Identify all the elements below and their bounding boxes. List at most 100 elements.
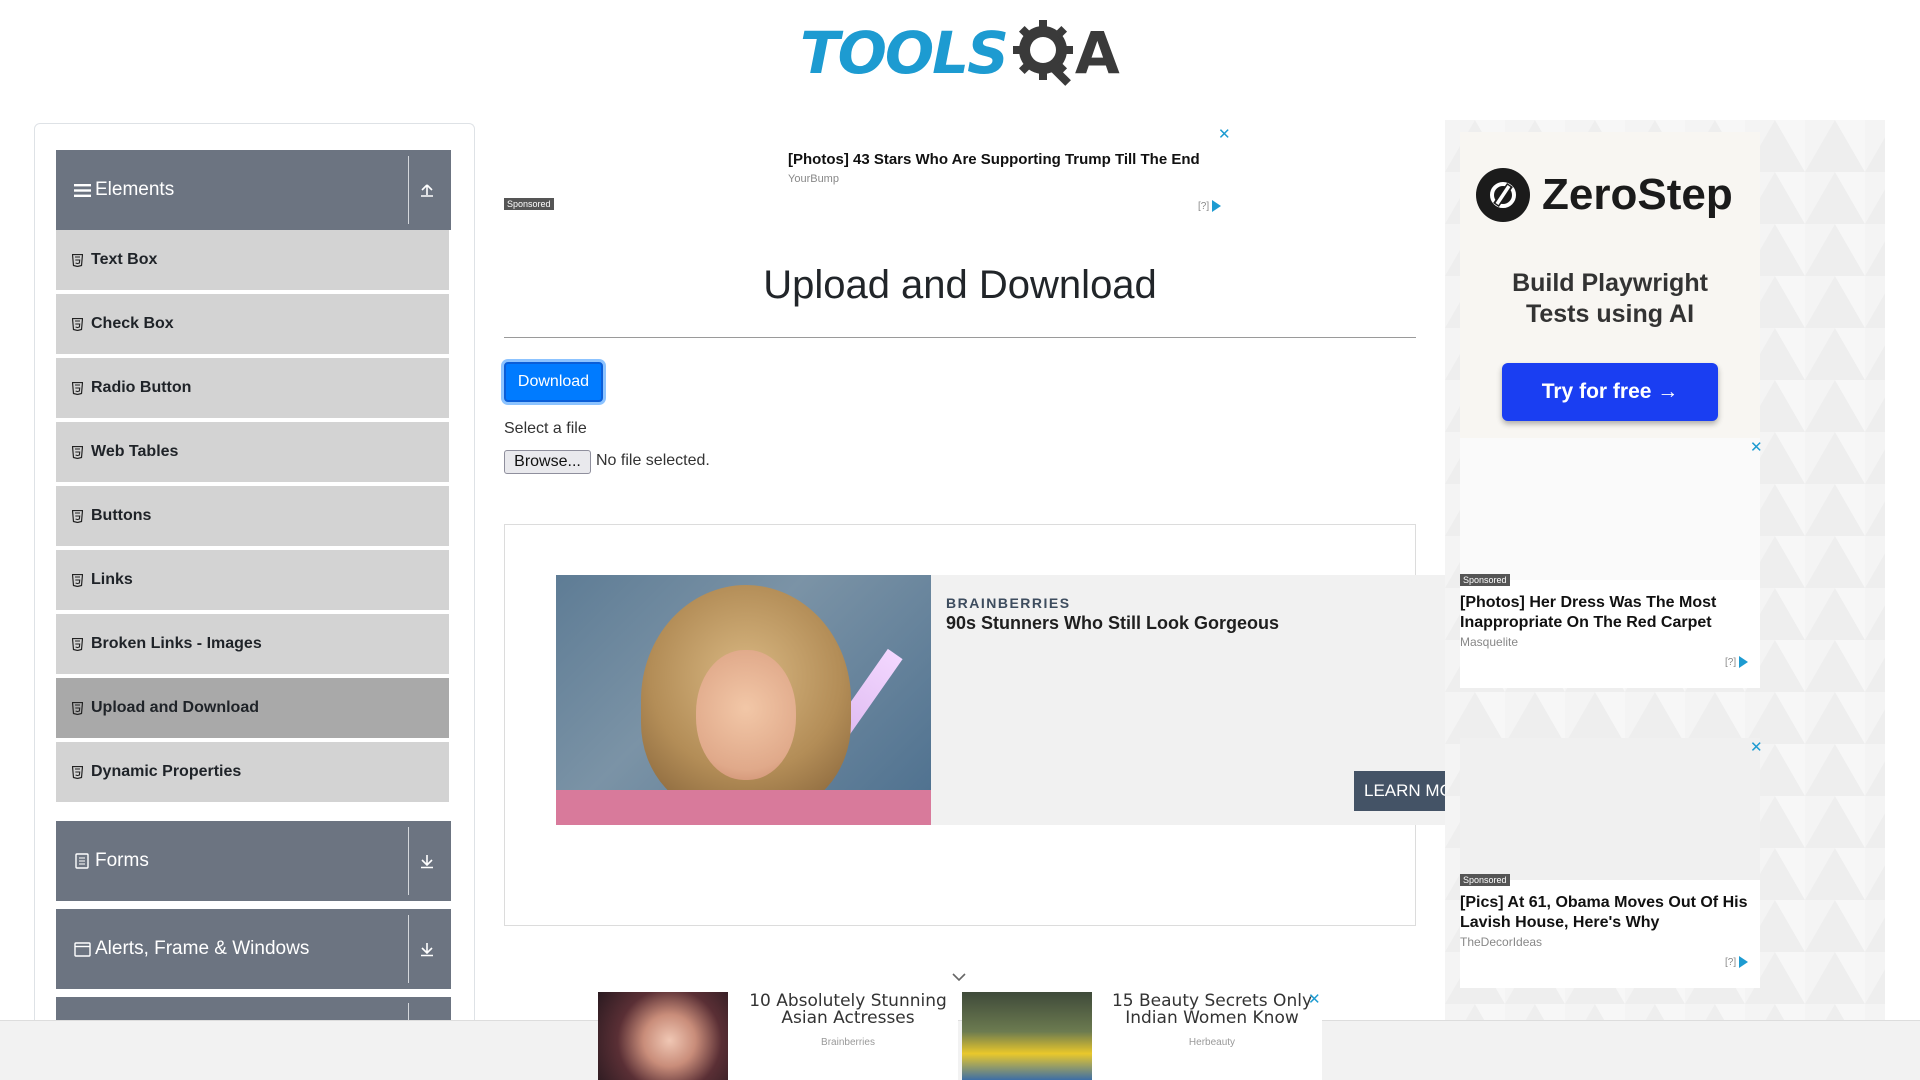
toolsqa-logo[interactable]: TOOLS A [800,14,1120,92]
group-forms-header[interactable]: Forms [56,821,451,901]
bottom-ad-source: Brainberries [821,1037,875,1048]
html-file-icon [71,701,83,715]
close-icon[interactable]: ✕ [1750,738,1763,756]
adchoices-icon[interactable]: [?] [1198,200,1222,212]
group-elements-header[interactable]: Elements [56,150,451,230]
sidebar-item-label: Upload and Download [91,699,259,716]
bottom-ad-title[interactable]: 10 Absolutely Stunning Asian Actresses [738,993,958,1027]
group-alerts-header[interactable]: Alerts, Frame & Windows [56,909,451,989]
adchoices-label: [?] [1198,200,1210,212]
sidebar-item-label: Dynamic Properties [91,763,242,780]
sidebar-item-label: Links [91,571,133,588]
sidebar-item-links[interactable]: Links [56,550,449,612]
top-ad-source: YourBump [788,173,839,185]
chevron-down-icon[interactable] [952,970,966,984]
sidebar-item-label: Web Tables [91,443,179,460]
html-file-icon [71,573,83,587]
sidebar: Elements Text Box Check Box Radio Button… [34,123,475,1080]
sponsored-badge: Sponsored [1460,874,1510,886]
sidebar-item-text-box[interactable]: Text Box [56,230,449,292]
ad-thumbnail [598,992,728,1080]
group-label: Alerts, Frame & Windows [95,938,310,959]
html-file-icon [71,445,83,459]
page-title: Upload and Download [763,263,1157,307]
ad-source: TheDecorIdeas [1460,935,1543,949]
sidebar-item-dynamic-properties[interactable]: Dynamic Properties [56,742,449,804]
window-icon [73,940,91,958]
adchoices-icon[interactable]: [?] [1725,656,1749,668]
expand-icon[interactable] [409,909,445,989]
ad-thumbnail [962,992,1092,1080]
close-icon[interactable]: ✕ [1750,438,1763,456]
ad-image [1460,438,1760,580]
html-file-icon [71,317,83,331]
sidebar-item-web-tables[interactable]: Web Tables [56,422,449,484]
adchoices-icon[interactable]: [?] [1725,956,1749,968]
sidebar-item-broken-links[interactable]: Broken Links - Images [56,614,449,676]
html-file-icon [71,381,83,395]
zerostep-logo-icon [1476,168,1530,222]
group-label: Elements [95,179,175,200]
close-icon[interactable]: ✕ [1218,125,1231,143]
bottom-ad-title[interactable]: 15 Beauty Secrets Only Indian Women Know [1102,993,1322,1027]
bottom-ad-bar [0,1020,1920,1080]
download-button[interactable]: Download [504,362,603,402]
logo-tools-text: TOOLS [800,19,1009,87]
content-ad-card[interactable]: BRAINBERRIES 90s Stunners Who Still Look… [556,575,1446,825]
adchoices-label: [?] [1725,656,1737,668]
sidebar-item-upload-and-download[interactable]: Upload and Download [56,678,449,740]
zerostep-tagline: Build Playwright Tests using AI [1460,268,1760,330]
adchoices-label: [?] [1725,956,1737,968]
ad-image [1460,738,1760,880]
play-triangle-icon [1212,200,1222,212]
play-triangle-icon [1739,956,1749,968]
ad-headline[interactable]: 90s Stunners Who Still Look Gorgeous [946,613,1279,634]
top-sponsored-ad[interactable]: [Photos] 43 Stars Who Are Supporting Tru… [504,123,1234,215]
logo-qa-text: A [1074,19,1120,87]
right-ad-column: ZeroStep Build Playwright Tests using AI… [1445,120,1885,1080]
sidebar-item-label: Broken Links - Images [91,635,262,652]
zerostep-tagline-line-1: Build Playwright [1512,269,1708,297]
sidebar-item-check-box[interactable]: Check Box [56,294,449,356]
browse-file-button[interactable]: Browse... [504,450,591,474]
html-file-icon [71,765,83,779]
bottom-ad-item[interactable]: 10 Absolutely Stunning Asian Actresses B… [598,990,958,1080]
html-file-icon [71,509,83,523]
close-icon[interactable]: ✕ [1308,990,1321,1008]
sponsored-badge: Sponsored [504,198,554,210]
right-ad-card[interactable]: ✕ Sponsored [Pics] At 61, Obama Moves Ou… [1460,738,1763,988]
zerostep-ad[interactable]: ZeroStep Build Playwright Tests using AI… [1460,132,1760,438]
ad-photo-face [696,650,796,780]
sidebar-item-label: Check Box [91,315,174,332]
learn-more-button[interactable]: LEARN MORE [1354,771,1446,811]
top-ad-title[interactable]: [Photos] 43 Stars Who Are Supporting Tru… [788,151,1200,168]
html-file-icon [71,637,83,651]
zerostep-logo: ZeroStep [1476,168,1733,222]
right-ad-card[interactable]: ✕ Sponsored [Photos] Her Dress Was The M… [1460,438,1763,688]
sidebar-item-buttons[interactable]: Buttons [56,486,449,548]
hamburger-icon [73,181,91,199]
ad-brand: BRAINBERRIES [946,595,1071,611]
sponsored-badge: Sponsored [1460,574,1510,586]
group-label: Forms [95,850,149,871]
select-file-label: Select a file [504,420,587,437]
sidebar-item-label: Radio Button [91,379,192,396]
expand-icon[interactable] [409,821,445,901]
gear-magnifier-icon [1012,20,1079,86]
sidebar-item-label: Text Box [91,251,158,268]
collapse-icon[interactable] [409,150,445,230]
content-ad-container: BRAINBERRIES 90s Stunners Who Still Look… [504,524,1446,926]
zerostep-name: ZeroStep [1542,170,1733,219]
title-divider [504,337,1416,338]
ad-title[interactable]: [Photos] Her Dress Was The Most Inapprop… [1460,593,1760,633]
sidebar-item-label: Buttons [91,507,152,524]
ad-photo-shoulder [556,790,931,825]
html-file-icon [71,253,83,267]
bottom-ad-item[interactable]: 15 Beauty Secrets Only Indian Women Know… [962,990,1322,1080]
play-triangle-icon [1739,656,1749,668]
try-for-free-button[interactable]: Try for free → [1502,363,1718,421]
bottom-ad-source: Herbeauty [1188,1037,1236,1048]
ad-title[interactable]: [Pics] At 61, Obama Moves Out Of His Lav… [1460,893,1760,933]
sidebar-item-radio-button[interactable]: Radio Button [56,358,449,420]
form-icon [73,852,91,870]
